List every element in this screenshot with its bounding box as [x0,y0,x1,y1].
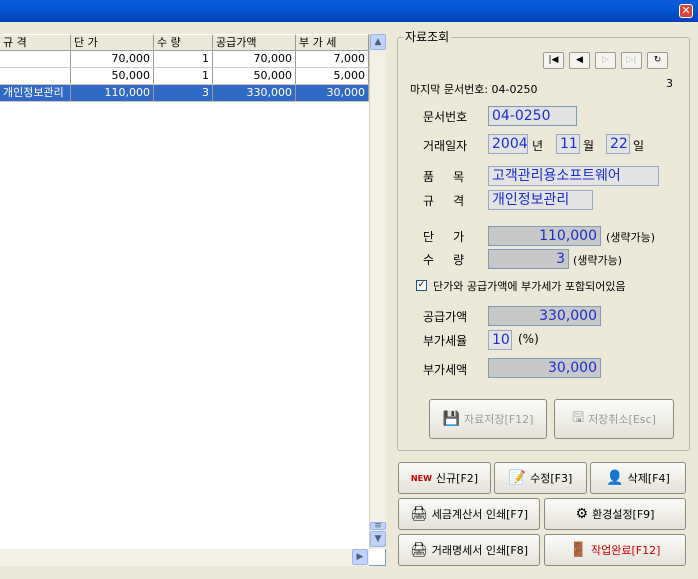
done-label: 작업완료[F12] [591,544,661,557]
delete-button[interactable]: 👤 삭제[F4] [590,462,686,494]
new-button[interactable]: NEW 신규[F2] [398,462,491,494]
settings-button[interactable]: ⚙ 환경설정[F9] [544,498,686,530]
cell-price: 110,000 [71,85,154,101]
cancel-save-button[interactable]: 🖫 저장취소[Esc] [554,399,674,439]
month-unit: 월 [583,139,595,153]
cell-supply: 330,000 [213,85,296,101]
column-header-price[interactable]: 단 가 [71,34,154,50]
last-doc-number: 마지막 문서번호: 04-0250 [410,83,538,96]
year-unit: 년 [532,139,544,153]
cell-spec: 개인정보관리 [0,85,71,101]
cell-qty: 3 [154,85,213,101]
new-label: 신규[F2] [435,472,479,485]
date-label: 거래일자 [423,139,468,153]
settings-label: 환경설정[F9] [592,508,655,521]
refresh-icon[interactable]: ↻ [647,52,668,69]
price-hint: (생략가능) [606,231,656,244]
scroll-thumb[interactable]: ≡ [370,522,386,531]
close-window-button[interactable]: ✕ [679,4,693,18]
last-record-icon[interactable]: ▷| [621,52,642,69]
vat-rate-label: 부가세율 [423,334,468,348]
qty-field[interactable]: 3 [488,249,569,269]
item-field[interactable]: 고객관리용소프트웨어 [488,166,659,186]
scroll-down-icon[interactable]: ▼ [370,531,386,547]
cell-spec [0,68,71,84]
first-record-icon[interactable]: |◀ [543,52,564,69]
column-header-spec[interactable]: 규 격 [0,34,71,50]
title-bar: ✕ [0,0,698,22]
edit-label: 수정[F3] [530,472,573,485]
scroll-up-icon[interactable]: ▲ [370,34,386,50]
cell-supply: 50,000 [213,68,296,84]
vat-included-label: 단가와 공급가액에 부가세가 포함되어있음 [433,280,626,293]
supply-field[interactable]: 330,000 [488,306,601,326]
column-header-supply[interactable]: 공급가액 [213,34,296,50]
save-label: 자료저장[F12] [464,413,534,426]
door-exit-icon: 🚪 [569,542,588,558]
grid-header: 규 격 단 가 수 량 공급가액 부 가 세 [0,34,369,51]
horizontal-scrollbar[interactable]: ▶ [0,549,369,566]
statement-print-label: 거래명세서 인쇄[F8] [431,544,529,557]
cell-spec [0,51,71,67]
cancel-save-icon: 🖫 [572,410,585,426]
item-label: 품 목 [423,170,465,184]
record-count: 3 [666,77,673,90]
column-header-vat[interactable]: 부 가 세 [296,34,369,50]
settings-tools-icon: ⚙ [575,506,589,522]
cancel-label: 저장취소[Esc] [588,413,656,426]
tax-print-label: 세금계산서 인쇄[F7] [431,508,529,521]
month-field[interactable]: 11 [556,134,580,154]
cell-supply: 70,000 [213,51,296,67]
printer-icon: 🖨 [409,542,428,558]
edit-icon: 📝 [508,470,527,486]
previous-record-icon[interactable]: ◀ [569,52,590,69]
doc-no-field[interactable]: 04-0250 [488,106,577,126]
group-title: 자료조회 [403,28,452,45]
next-record-icon[interactable]: ▷ [595,52,616,69]
cell-price: 50,000 [71,68,154,84]
printer-icon: 🖨 [409,506,428,522]
finish-button[interactable]: 🚪 작업완료[F12] [544,534,686,566]
new-badge-icon: NEW [410,473,432,483]
qty-label: 수 량 [423,253,465,267]
table-row[interactable]: 70,000 1 70,000 7,000 [0,51,369,68]
tax-invoice-print-button[interactable]: 🖨 세금계산서 인쇄[F7] [398,498,540,530]
day-unit: 일 [633,139,645,153]
day-field[interactable]: 22 [606,134,630,154]
table-row-selected[interactable]: 개인정보관리 110,000 3 330,000 30,000 [0,85,369,102]
cell-vat: 30,000 [296,85,369,101]
cell-qty: 1 [154,68,213,84]
vat-field[interactable]: 30,000 [488,358,601,378]
qty-hint: (생략가능) [573,254,623,267]
floppy-disk-icon: 💾 [442,411,461,427]
delete-label: 삭제[F4] [627,472,670,485]
cell-price: 70,000 [71,51,154,67]
vertical-scrollbar[interactable]: ▲ ≡ ▼ [369,34,386,549]
supply-label: 공급가액 [423,310,468,324]
spec-field[interactable]: 개인정보관리 [488,190,593,210]
cell-qty: 1 [154,51,213,67]
spec-label: 규 격 [423,194,465,208]
edit-button[interactable]: 📝 수정[F3] [494,462,587,494]
scroll-right-icon[interactable]: ▶ [352,549,368,565]
vat-included-checkbox[interactable]: ✓ [416,280,427,291]
data-grid: 규 격 단 가 수 량 공급가액 부 가 세 70,000 1 70,000 7… [0,34,386,566]
vat-label: 부가세액 [423,363,468,377]
price-label: 단 가 [423,230,465,244]
save-button[interactable]: 💾 자료저장[F12] [429,399,547,439]
doc-no-label: 문서번호 [423,110,468,124]
cell-vat: 7,000 [296,51,369,67]
column-header-qty[interactable]: 수 량 [154,34,213,50]
price-field[interactable]: 110,000 [488,226,601,246]
vat-rate-unit: (%) [518,332,539,346]
year-field[interactable]: 2004 [488,134,528,154]
vat-rate-field[interactable]: 10 [488,330,512,350]
delete-user-icon: 👤 [606,470,624,486]
cell-vat: 5,000 [296,68,369,84]
table-row[interactable]: 50,000 1 50,000 5,000 [0,68,369,85]
statement-print-button[interactable]: 🖨 거래명세서 인쇄[F8] [398,534,540,566]
